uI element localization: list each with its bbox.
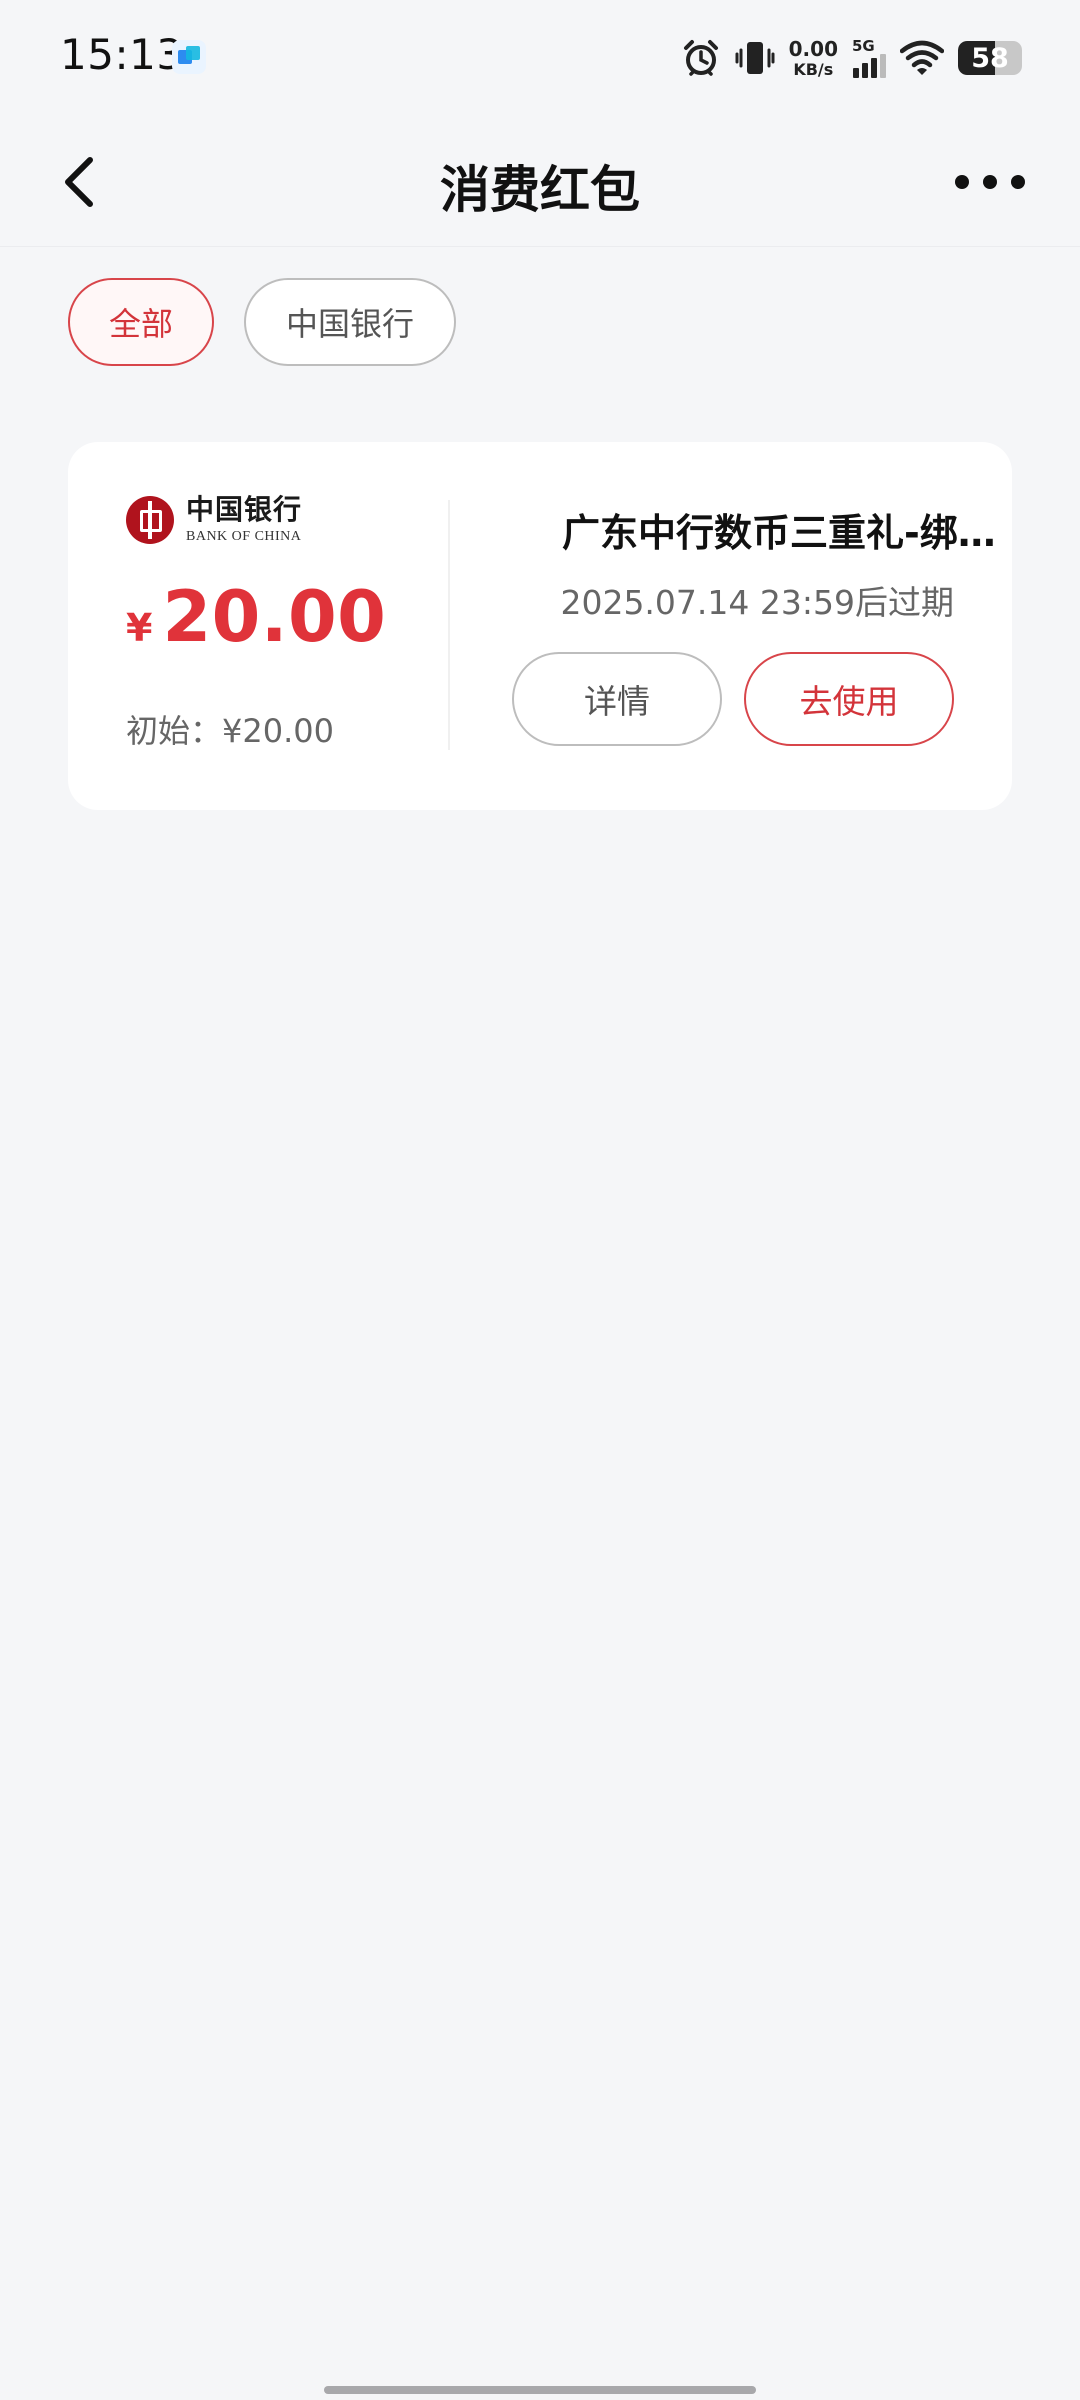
network-type: 5G bbox=[852, 36, 875, 55]
signal-icon bbox=[853, 53, 886, 78]
initial-amount: 初始：¥20.00 bbox=[126, 712, 334, 750]
more-horizontal-icon[interactable] bbox=[950, 160, 1030, 204]
filter-chips: 全部 中国银行 bbox=[68, 278, 456, 366]
bank-name-cn: 中国银行 bbox=[186, 493, 303, 526]
status-time: 15:13 bbox=[60, 30, 184, 79]
coupon-title: 广东中行数币三重礼-绑… bbox=[562, 511, 996, 555]
status-bar: 15:13 0.00 KB/s 5G 58 bbox=[0, 0, 1080, 116]
net-speed-unit: KB/s bbox=[793, 59, 834, 79]
use-button[interactable]: 去使用 bbox=[744, 652, 954, 746]
page-title: 消费红包 bbox=[440, 161, 640, 219]
amount-value: 20.00 bbox=[162, 576, 387, 658]
battery-level: 58 bbox=[971, 42, 1009, 74]
currency-symbol: ¥ bbox=[126, 606, 153, 650]
battery-icon: 58 bbox=[958, 41, 1022, 75]
signal-indicator: 5G bbox=[852, 36, 886, 78]
nav-bar: 消费红包 bbox=[0, 116, 1080, 247]
bank-name-en: BANK OF CHINA bbox=[186, 529, 302, 544]
expire-time: 2025.07.14 23:59后过期 bbox=[560, 583, 954, 622]
coupon-amount: ¥ 20.00 bbox=[126, 576, 386, 658]
alarm-icon bbox=[683, 40, 718, 76]
net-speed: 0.00 KB/s bbox=[789, 39, 838, 78]
net-speed-value: 0.00 bbox=[788, 36, 838, 61]
filter-chip-all[interactable]: 全部 bbox=[68, 278, 214, 366]
status-icons: 0.00 KB/s 5G 58 bbox=[681, 30, 1022, 86]
filter-chip-bank-of-china[interactable]: 中国银行 bbox=[244, 278, 456, 366]
app-notification-icon bbox=[172, 40, 206, 74]
coupon-info-panel: 广东中行数币三重礼-绑… 2025.07.14 23:59后过期 详情 去使用 bbox=[448, 442, 1012, 810]
bank-of-china-icon bbox=[126, 496, 174, 544]
vibrate-icon bbox=[735, 42, 775, 74]
bank-logo: 中国银行 BANK OF CHINA bbox=[126, 496, 302, 544]
detail-button[interactable]: 详情 bbox=[512, 652, 722, 746]
coupon-card[interactable]: 中国银行 BANK OF CHINA ¥ 20.00 初始：¥20.00 广东中… bbox=[68, 442, 1012, 810]
coupon-amount-panel: 中国银行 BANK OF CHINA ¥ 20.00 初始：¥20.00 bbox=[68, 442, 448, 810]
wifi-icon bbox=[900, 40, 944, 75]
home-indicator[interactable] bbox=[324, 2386, 756, 2394]
